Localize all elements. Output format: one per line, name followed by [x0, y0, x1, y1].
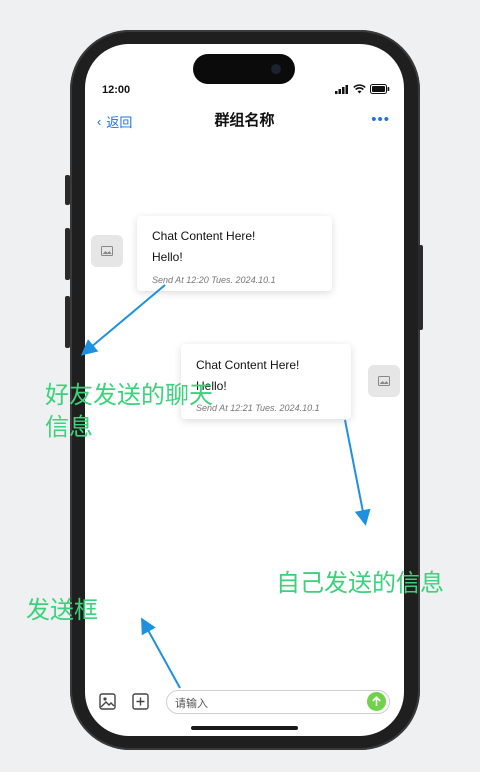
friend-message-bubble[interactable]: Chat Content Here! Hello! Send At 12:20 …: [137, 216, 332, 291]
page-title: 群组名称: [214, 112, 275, 129]
plus-icon: [132, 693, 149, 710]
message-timestamp: Send At 12:20 Tues. 2024.10.1: [152, 275, 276, 285]
more-menu-button[interactable]: •••: [371, 111, 390, 128]
wifi-icon: [353, 84, 366, 94]
mute-switch: [65, 175, 70, 205]
status-icons: [335, 84, 390, 94]
input-placeholder: 请输入: [175, 698, 208, 710]
composer-bar: 请输入: [85, 684, 404, 720]
power-button: [418, 245, 423, 330]
message-text: Chat Content Here!: [196, 358, 300, 372]
image-icon: [99, 693, 116, 710]
friend-avatar[interactable]: [91, 235, 123, 267]
image-picker-button[interactable]: [99, 693, 116, 715]
dynamic-island: [193, 54, 295, 84]
annotation-self-message: 自己发送的信息: [276, 570, 444, 597]
home-indicator: [191, 726, 298, 730]
annotation-send-box: 发送框: [26, 597, 98, 624]
message-timestamp: Send At 12:21 Tues. 2024.10.1: [196, 403, 320, 413]
self-avatar[interactable]: [368, 365, 400, 397]
arrow-up-icon: [372, 696, 381, 706]
message-input[interactable]: 请输入: [166, 690, 390, 714]
image-placeholder-icon: [101, 246, 113, 256]
send-button[interactable]: [367, 692, 386, 711]
message-text: Chat Content Here!: [152, 229, 256, 243]
battery-icon: [370, 84, 390, 94]
status-time: 12:00: [102, 84, 131, 96]
signal-icon: [335, 84, 348, 94]
annotation-friend-message: 好友发送的聊天 信息: [45, 382, 213, 441]
volume-up-button: [65, 228, 70, 280]
camera-icon: [271, 64, 281, 74]
image-placeholder-icon: [378, 376, 390, 386]
nav-bar: ‹ 返回 群组名称 •••: [85, 104, 404, 138]
add-button[interactable]: [132, 693, 149, 715]
message-text: Hello!: [152, 250, 183, 264]
volume-down-button: [65, 296, 70, 348]
